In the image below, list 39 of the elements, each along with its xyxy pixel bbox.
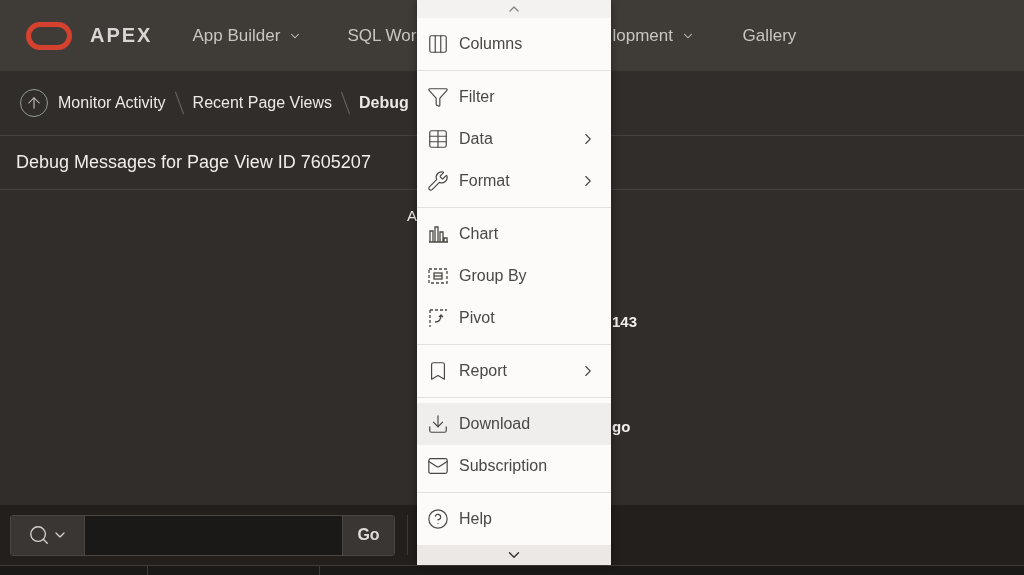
breadcrumb-link[interactable]: Debug bbox=[358, 94, 409, 112]
wrench-icon bbox=[427, 170, 449, 192]
menu-item[interactable]: Subscription bbox=[417, 445, 611, 487]
menu-item[interactable]: Help bbox=[417, 498, 611, 540]
download-icon bbox=[427, 413, 449, 435]
pivot-icon bbox=[427, 307, 449, 329]
breadcrumb-link[interactable]: Monitor Activity bbox=[58, 94, 166, 112]
menu-item[interactable]: Data bbox=[417, 118, 611, 160]
mail-icon bbox=[427, 455, 449, 477]
menu-item[interactable]: Columns bbox=[417, 23, 611, 65]
bar-chart-icon bbox=[427, 223, 449, 245]
nav-item[interactable]: lopment bbox=[612, 25, 743, 46]
region-title: Debug Messages for Page View ID 7605207 bbox=[16, 152, 371, 173]
menu-item[interactable]: Format bbox=[417, 160, 611, 202]
nav-item[interactable]: Gallery bbox=[742, 25, 833, 46]
search-icon bbox=[27, 524, 50, 546]
text: A bbox=[407, 206, 417, 224]
menu-item[interactable]: Group By bbox=[417, 255, 611, 297]
menu-item[interactable]: Pivot bbox=[417, 297, 611, 339]
breadcrumb-link[interactable]: Recent Page Views bbox=[192, 94, 332, 112]
logo-icon bbox=[26, 21, 72, 50]
scroll-up-button[interactable] bbox=[417, 0, 611, 18]
menu-item[interactable]: Filter bbox=[417, 76, 611, 118]
menu-item[interactable]: Download bbox=[417, 403, 611, 445]
text: go bbox=[612, 417, 631, 435]
scroll-down-button[interactable] bbox=[417, 545, 611, 565]
menu-item[interactable]: Report bbox=[417, 350, 611, 392]
group-icon bbox=[427, 265, 449, 287]
menu-item[interactable]: Chart bbox=[417, 213, 611, 255]
search-options-button[interactable] bbox=[11, 515, 84, 555]
go-button[interactable]: Go bbox=[343, 515, 394, 555]
columns-icon bbox=[427, 33, 449, 55]
table-icon bbox=[427, 128, 449, 150]
nav-item[interactable]: App Builder bbox=[192, 25, 348, 46]
text: 143 bbox=[612, 312, 638, 330]
search-field[interactable] bbox=[84, 515, 343, 555]
logo-text: APEX bbox=[90, 24, 153, 47]
filter-icon bbox=[427, 86, 449, 108]
help-icon bbox=[427, 508, 449, 530]
